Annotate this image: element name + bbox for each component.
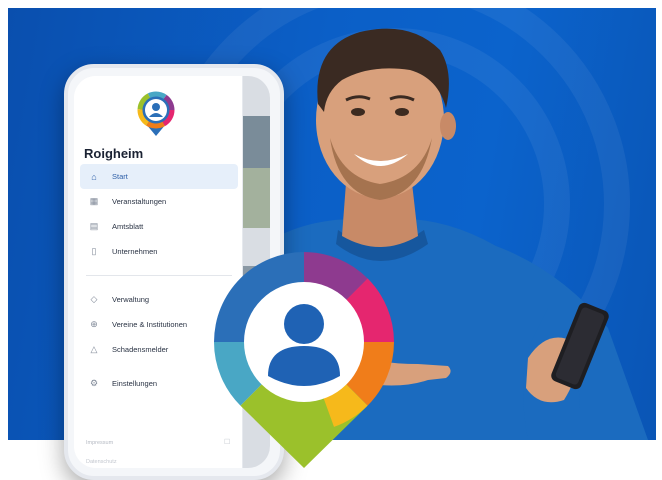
building-icon: ▯	[91, 246, 97, 256]
menu-divider	[86, 275, 232, 276]
menu-item-label: Unternehmen	[112, 247, 158, 256]
town-name: Roigheim	[84, 146, 144, 161]
globe-icon: ⊕	[90, 319, 98, 329]
menu-item-label: Schadensmelder	[112, 345, 169, 354]
shield-icon: ◇	[90, 294, 98, 304]
preview-image	[242, 116, 270, 168]
menu-item-label: Veranstaltungen	[112, 197, 167, 206]
footer-link-datenschutz[interactable]: Datenschutz	[86, 459, 117, 465]
warning-icon: △	[90, 344, 98, 354]
menu-item-veranstaltungen[interactable]: ▦ Veranstaltungen	[80, 189, 238, 214]
calendar-icon: ▦	[89, 196, 99, 206]
preview-image	[242, 168, 270, 228]
footer-link-impressum[interactable]: Impressum	[86, 440, 113, 446]
gear-icon: ⚙	[89, 378, 99, 388]
menu-item-label: Vereine & Institutionen	[112, 320, 188, 329]
menu-item-label: Verwaltung	[112, 295, 150, 304]
menu-item-label: Start	[112, 172, 128, 181]
home-icon: ⌂	[91, 171, 97, 182]
menu-item-amtsblatt[interactable]: ▤ Amtsblatt	[80, 214, 238, 239]
menu-item-start[interactable]: ⌂ Start	[80, 164, 238, 189]
menu-item-label: Einstellungen	[112, 379, 158, 388]
menu-item-label: Amtsblatt	[112, 222, 144, 231]
app-logo-icon	[137, 91, 175, 136]
location-pin-logo-icon	[214, 252, 394, 468]
newspaper-icon: ▤	[89, 221, 99, 231]
